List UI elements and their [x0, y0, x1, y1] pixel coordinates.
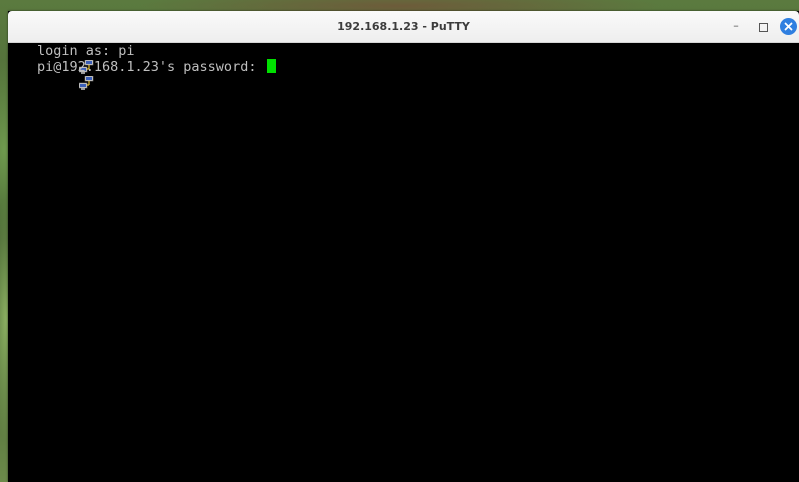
terminal-line: login as: pi [8, 43, 135, 74]
terminal-line: pi@192.168.1.23's password: [8, 59, 276, 90]
close-icon [784, 22, 793, 31]
terminal-line-text: pi@192.168.1.23's password: [37, 59, 276, 75]
network-computers-icon [14, 44, 94, 74]
network-computers-icon [14, 60, 94, 90]
putty-window: 192.168.1.23 - PuTTY – login as: pi pi@1… [8, 11, 799, 482]
password-prompt: pi@192.168.1.23's password: [37, 59, 265, 75]
text-cursor [266, 59, 276, 73]
maximize-button[interactable] [759, 23, 768, 32]
title-bar[interactable]: 192.168.1.23 - PuTTY – [8, 11, 799, 43]
close-button[interactable] [780, 18, 797, 35]
terminal-line-text: login as: pi [37, 43, 135, 59]
minimize-button[interactable]: – [730, 19, 742, 33]
window-title: 192.168.1.23 - PuTTY [337, 20, 470, 33]
terminal-area[interactable]: login as: pi pi@192.168.1.23's password: [8, 43, 799, 482]
